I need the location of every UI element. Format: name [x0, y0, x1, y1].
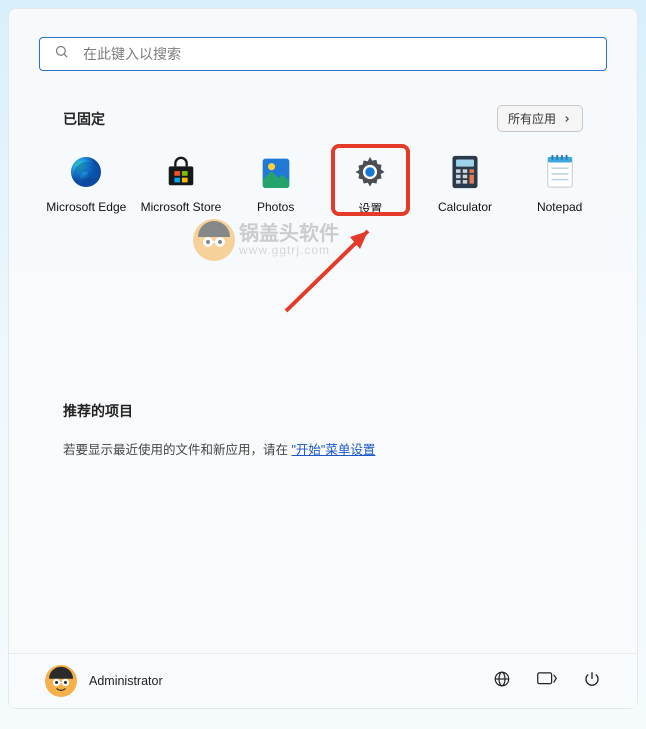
search-placeholder: 在此键入以搜索 [83, 44, 181, 64]
all-apps-button[interactable]: 所有应用 [497, 105, 583, 132]
pinned-item-label: Photos [257, 200, 294, 214]
pinned-item-settings[interactable]: 设置 [323, 150, 418, 221]
search-box[interactable]: 在此键入以搜索 [39, 37, 607, 71]
accessibility-icon[interactable] [537, 670, 557, 693]
pinned-title: 已固定 [63, 109, 105, 129]
pinned-grid: Microsoft Edge Microsoft Store Photos 设置 [39, 150, 607, 221]
footer-bar: Administrator [9, 653, 637, 708]
recommended-title: 推荐的项目 [63, 401, 583, 421]
pinned-item-edge[interactable]: Microsoft Edge [39, 150, 134, 221]
calculator-icon [447, 154, 483, 190]
username: Administrator [89, 674, 163, 688]
start-menu-panel: 在此键入以搜索 已固定 所有应用 Microsoft Edge Microsof… [8, 8, 638, 709]
start-settings-link[interactable]: "开始"菜单设置 [291, 443, 375, 457]
recommended-section: 推荐的项目 若要显示最近使用的文件和新应用，请在 "开始"菜单设置 [39, 401, 607, 458]
pinned-item-photos[interactable]: Photos [228, 150, 323, 221]
pinned-item-calculator[interactable]: Calculator [418, 150, 513, 221]
pinned-item-label: Microsoft Store [141, 200, 222, 214]
pinned-item-label: Notepad [537, 200, 582, 214]
pinned-item-label: 设置 [358, 200, 382, 217]
footer-icons [493, 670, 601, 693]
edge-icon [68, 154, 104, 190]
network-icon[interactable] [493, 670, 511, 693]
user-account-button[interactable]: Administrator [45, 665, 163, 697]
power-icon[interactable] [583, 670, 601, 693]
pinned-header: 已固定 所有应用 [39, 105, 607, 132]
notepad-icon [542, 154, 578, 190]
pinned-item-notepad[interactable]: Notepad [512, 150, 607, 221]
chevron-right-icon [562, 114, 572, 124]
photos-icon [258, 154, 294, 190]
settings-icon [352, 154, 388, 190]
recommended-text: 若要显示最近使用的文件和新应用，请在 "开始"菜单设置 [63, 439, 583, 458]
pinned-item-label: Calculator [438, 200, 492, 214]
search-icon [54, 44, 69, 64]
store-icon [163, 154, 199, 190]
pinned-item-label: Microsoft Edge [46, 200, 126, 214]
pinned-item-store[interactable]: Microsoft Store [134, 150, 229, 221]
all-apps-label: 所有应用 [508, 110, 556, 127]
avatar [45, 665, 77, 697]
